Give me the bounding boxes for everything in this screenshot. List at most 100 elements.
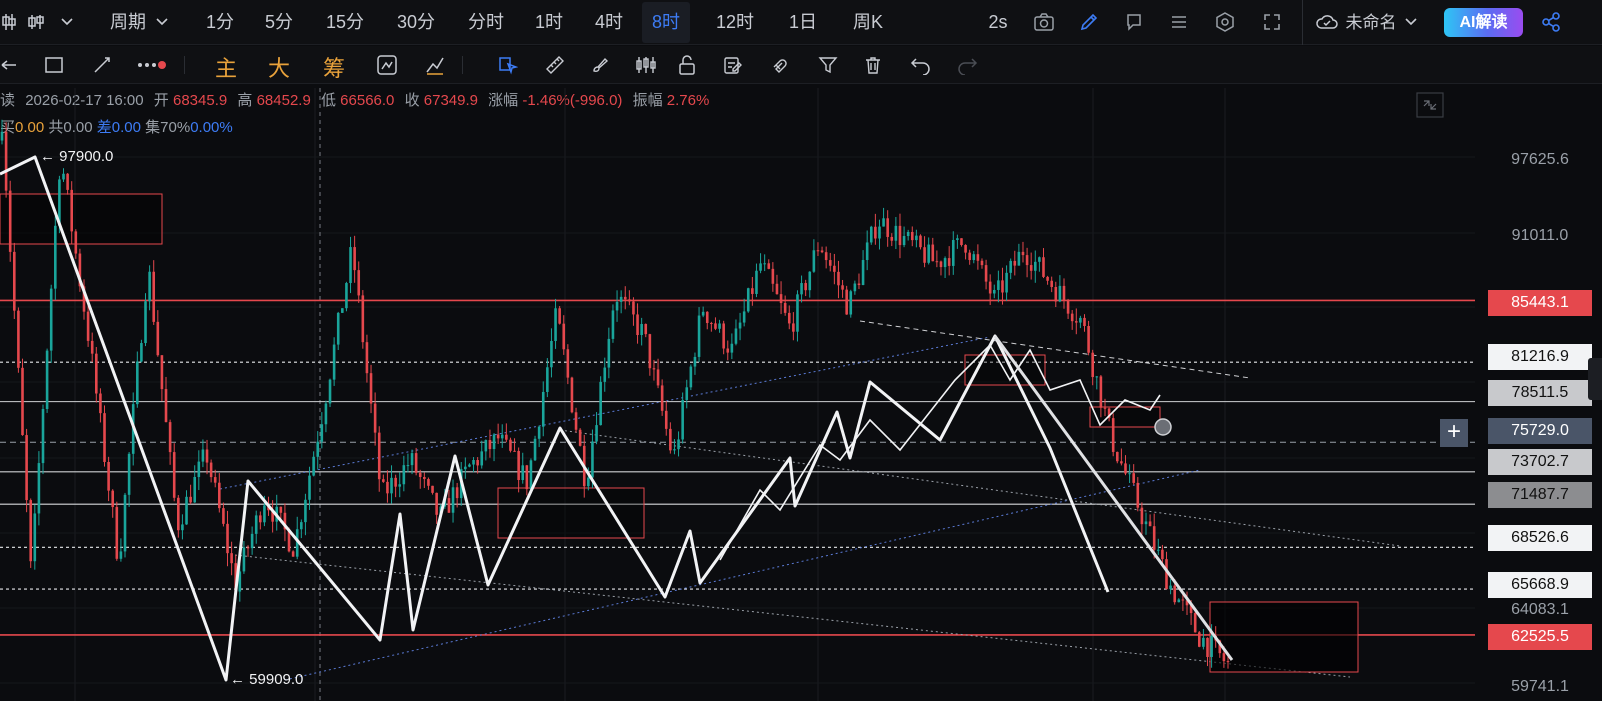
chat-icon[interactable] (1124, 12, 1144, 32)
candle-body (86, 311, 90, 341)
timeframe-1m[interactable]: 1分 (200, 0, 240, 45)
camera-icon[interactable] (1033, 12, 1055, 32)
candle-body (357, 270, 361, 296)
candle-body (669, 428, 672, 451)
timeframe-8h[interactable]: 8时 (642, 2, 690, 43)
candles-tool-icon[interactable] (635, 55, 657, 75)
timeframe-12h[interactable]: 12时 (710, 0, 760, 45)
timeframe-intraday[interactable]: 分时 (465, 0, 507, 45)
chevron-down-icon[interactable] (60, 15, 74, 29)
top-bar: 周期 1分 5分 15分 30分 分时 1时 4时 8时 12时 1日 周K 2… (0, 0, 1602, 45)
indicator-main[interactable]: 主 (215, 51, 237, 83)
rectangle-tool-icon[interactable] (44, 55, 64, 75)
candle-body (919, 235, 922, 248)
pencil-icon[interactable] (1079, 12, 1099, 32)
candle-body (746, 288, 750, 312)
candle-body (160, 355, 164, 390)
side-panel-handle[interactable] (1588, 358, 1602, 400)
indicator-chip[interactable]: 筹 (323, 51, 345, 83)
candle-body (701, 311, 705, 316)
timeframe-1d[interactable]: 1日 (783, 0, 823, 45)
candle-body (755, 270, 758, 294)
price-line-label[interactable]: 81216.9 (1488, 344, 1592, 370)
chevron-down-icon[interactable] (155, 15, 169, 29)
undo-icon[interactable] (910, 55, 932, 75)
candle-body (763, 263, 766, 265)
fullscreen-icon[interactable] (1262, 12, 1282, 32)
price-line-label[interactable]: 68526.6 (1488, 525, 1592, 551)
price-line-label[interactable]: 75729.0 (1488, 418, 1592, 444)
more-icon[interactable] (137, 58, 167, 72)
drawings-front (0, 155, 1234, 682)
unlock-icon[interactable] (677, 54, 697, 76)
price-line-label[interactable]: 73702.7 (1488, 449, 1592, 475)
candlestick-type-icon[interactable] (0, 12, 50, 32)
magnet-icon[interactable] (770, 55, 790, 75)
ruler-icon[interactable] (545, 55, 565, 75)
price-line-label[interactable]: 71487.7 (1488, 482, 1592, 508)
candle-body (1005, 272, 1008, 293)
candle-body (513, 450, 516, 452)
price-line-label[interactable]: 62525.5 (1488, 624, 1592, 650)
candles (0, 119, 1230, 669)
candle-body (119, 551, 123, 559)
axis-label: 59741.1 (1511, 678, 1569, 695)
collapse-icon[interactable] (1416, 92, 1444, 118)
cursor-tool-icon[interactable] (498, 55, 518, 75)
candle-body (1144, 521, 1148, 525)
axis-label: 91011.0 (1511, 227, 1569, 244)
timeframe-4h[interactable]: 4时 (588, 0, 630, 45)
ai-interpret-button[interactable]: AI解读 (1444, 8, 1523, 37)
candle-body (1173, 585, 1176, 603)
list-icon[interactable] (1169, 12, 1189, 32)
candle-body (193, 476, 197, 503)
filter-icon[interactable] (818, 55, 838, 75)
period-selector[interactable]: 周期 (108, 0, 148, 45)
share-icon[interactable] (1540, 11, 1562, 33)
price-line-label[interactable]: 78511.5 (1488, 380, 1592, 406)
layout-name[interactable]: 未命名 (1343, 0, 1399, 45)
candle-body (500, 434, 504, 439)
indicator-big[interactable]: 大 (268, 51, 290, 83)
candle-body (8, 190, 12, 252)
candle-body (783, 302, 787, 313)
price-line-label[interactable]: 85443.1 (1488, 290, 1592, 316)
candle-body (833, 265, 836, 272)
candle-body (209, 462, 213, 478)
candle-body (992, 289, 996, 294)
arrow-left-icon[interactable] (0, 56, 18, 74)
edit-note-icon[interactable] (723, 55, 743, 75)
candle-body (927, 244, 930, 263)
candle-body (902, 236, 906, 246)
candle-body (853, 283, 857, 292)
candle-body (615, 301, 619, 311)
trendline-tool-icon[interactable] (92, 55, 112, 75)
hexagon-settings-icon[interactable] (1214, 11, 1236, 33)
brush-icon[interactable] (590, 55, 610, 75)
candle-body (1132, 473, 1135, 483)
candle-body (1079, 317, 1082, 323)
candle-body (767, 263, 771, 269)
price-chart[interactable] (0, 84, 1602, 701)
timeframe-30m[interactable]: 30分 (391, 0, 441, 45)
candle-body (623, 296, 627, 300)
timeframe-15m[interactable]: 15分 (320, 0, 370, 45)
timeframe-5m[interactable]: 5分 (259, 0, 299, 45)
price-line-label[interactable]: 65668.9 (1488, 572, 1592, 598)
drawing-toolbar: 主 大 筹 (0, 46, 1602, 84)
candle-body (29, 500, 33, 562)
add-alert-button[interactable]: + (1440, 419, 1468, 447)
candle-body (599, 381, 602, 426)
candle-body (0, 131, 4, 141)
candle-body (279, 506, 283, 513)
ai-draw-icon[interactable] (376, 54, 398, 76)
candle-body (1091, 352, 1094, 378)
pattern-tool-icon[interactable] (424, 54, 446, 76)
chevron-down-icon[interactable] (1404, 15, 1418, 29)
timeframe-1h[interactable]: 1时 (528, 0, 570, 45)
timeframe-week[interactable]: 周K (845, 0, 891, 45)
candle-body (185, 496, 188, 525)
refresh-interval[interactable]: 2s (985, 0, 1011, 45)
candle-body (472, 460, 475, 465)
trash-icon[interactable] (863, 55, 883, 75)
